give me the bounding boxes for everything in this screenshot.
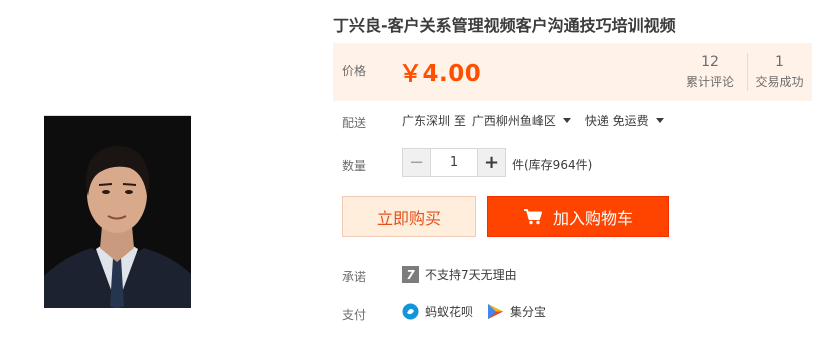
price-panel: 价格 ￥4.00 12 累计评论 1 交易成功 [333,43,812,101]
payment-label: 支付 [342,308,367,322]
huabei-icon [402,303,419,320]
add-to-cart-button[interactable]: 加入购物车 [487,196,669,237]
payment-methods: 蚂蚁花呗 集分宝 [402,303,560,320]
delivery-from: 广东深圳 至 [402,114,466,128]
reviews-label: 累计评论 [685,75,734,89]
buy-now-button[interactable]: 立即购买 [342,196,476,237]
decrease-button[interactable]: − [403,149,430,176]
price-label: 价格 [342,64,367,78]
trades-count: 1 [775,54,784,70]
payment-method-jifenbao[interactable]: 集分宝 [487,303,546,320]
jifenbao-icon [488,304,504,319]
payment-method-label: 集分宝 [510,305,547,319]
price-value: ￥4.00 [399,61,482,87]
cart-icon [523,209,542,225]
increase-button[interactable]: + [478,149,505,176]
seven-day-icon: 7 [402,266,419,283]
product-photo[interactable] [44,115,191,308]
chevron-down-icon[interactable] [655,118,664,123]
chevron-down-icon[interactable] [562,118,571,123]
delivery-label: 配送 [342,116,367,130]
delivery-info: 广东深圳 至 广西柳州鱼峰区 快递 免运费 [402,112,678,129]
payment-method-huabei[interactable]: 蚂蚁花呗 [402,303,473,320]
quantity-stepper: − + [402,148,506,177]
trades-label: 交易成功 [755,75,804,89]
promise-label: 承诺 [342,270,367,284]
promise-info: 7 不支持7天无理由 [402,266,517,283]
promise-text: 不支持7天无理由 [425,268,517,282]
add-to-cart-label: 加入购物车 [552,208,633,228]
quantity-label: 数量 [342,159,367,173]
delivery-destination[interactable]: 广西柳州鱼峰区 [472,112,556,129]
person-portrait-icon [44,116,191,308]
quantity-input[interactable] [430,149,478,176]
reviews-stat[interactable]: 12 累计评论 [677,53,743,91]
reviews-count: 12 [701,54,719,70]
product-title: 丁兴良-客户关系管理视频客户沟通技巧培训视频 [333,16,676,35]
trades-stat: 1 交易成功 [747,53,811,91]
shipping-method[interactable]: 快递 免运费 [585,112,649,129]
stock-info: 件(库存964件) [512,158,593,172]
payment-method-label: 蚂蚁花呗 [425,305,474,319]
